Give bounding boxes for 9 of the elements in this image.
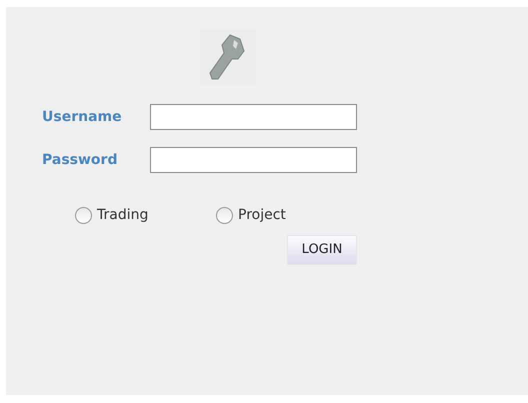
radio-button[interactable] [216,207,233,224]
radio-label: Project [238,206,286,225]
radio-label: Trading [97,206,148,225]
input-field[interactable] [150,104,357,130]
radio-button[interactable] [75,207,92,224]
field-label: Username [42,108,123,126]
login-button[interactable]: LOGIN [287,235,357,265]
input-field[interactable] [150,147,357,173]
field-label: Password [42,150,118,170]
